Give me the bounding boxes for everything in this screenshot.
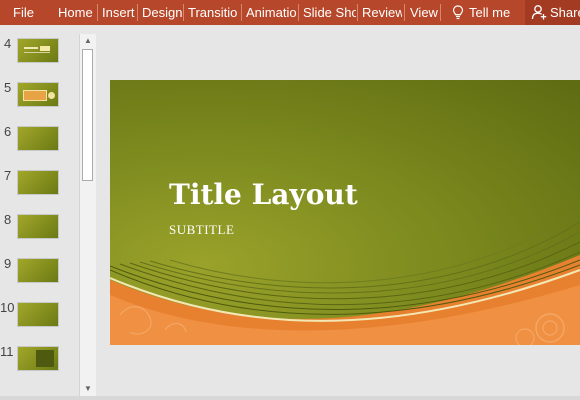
slide-thumbnail-6[interactable] [17,126,59,151]
tab-separator [404,4,405,21]
tell-me-label: Tell me [469,5,511,20]
tab-transitions[interactable]: Transitio [188,0,240,25]
tab-review[interactable]: Review [362,0,402,25]
tab-separator [298,4,299,21]
tab-insert[interactable]: Insert [102,0,136,25]
tab-separator [183,4,184,21]
lightbulb-icon [452,5,464,20]
slide-number: 4 [4,36,12,51]
slide-number: 9 [4,256,12,271]
slide-thumbnail-5[interactable] [17,82,59,107]
tab-separator [440,4,441,21]
slide-number: 5 [4,80,12,95]
slide-thumbnail-9[interactable] [17,258,59,283]
slide-number: 8 [4,212,12,227]
share-label: Share [550,5,580,20]
tab-slide-show[interactable]: Slide Sho [303,0,356,25]
slide-thumbnail-pane: 4 5 6 7 8 9 10 11 [0,34,78,400]
share-button[interactable]: Share [525,0,580,25]
ribbon-spacer [0,25,580,34]
slide-thumbnail-7[interactable] [17,170,59,195]
scroll-down-arrow-icon[interactable]: ▼ [80,382,96,396]
tab-separator [97,4,98,21]
slide-subtitle[interactable]: SUBTITLE [169,222,234,238]
tab-animations[interactable]: Animatio [246,0,297,25]
slide-thumbnail-8[interactable] [17,214,59,239]
slide-number: 11 [0,344,14,359]
tab-separator [137,4,138,21]
slide-number: 10 [0,300,15,315]
tab-design[interactable]: Design [142,0,182,25]
thumbnail-scrollbar[interactable]: ▲ ▼ [79,34,96,396]
tab-file[interactable]: File [13,0,43,25]
tab-home[interactable]: Home [58,0,96,25]
ribbon-tab-bar: File Home Insert Design Transitio Animat… [0,0,580,25]
slide-wave-decoration [110,209,580,345]
scrollbar-thumb[interactable] [82,49,93,181]
slide-thumbnail-11[interactable] [17,346,59,371]
tab-view[interactable]: View [410,0,440,25]
scroll-up-arrow-icon[interactable]: ▲ [80,34,96,48]
slide-thumbnail-10[interactable] [17,302,59,327]
slide-thumbnail-4[interactable] [17,38,59,63]
slide-number: 7 [4,168,12,183]
current-slide-canvas[interactable]: Title Layout SUBTITLE [110,80,580,345]
tab-separator [357,4,358,21]
status-bar-edge [0,396,580,400]
tab-separator [241,4,242,21]
slide-title[interactable]: Title Layout [169,178,358,211]
slide-number: 6 [4,124,12,139]
add-person-icon [531,5,547,20]
